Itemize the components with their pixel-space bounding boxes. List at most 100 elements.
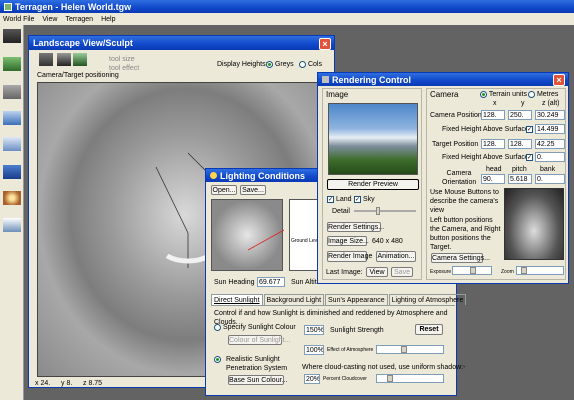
- camera-fixed-height-check[interactable]: ✓: [526, 126, 533, 133]
- menu-bar: World File View Terragen Help: [0, 13, 574, 25]
- camera-z-field[interactable]: 30.249: [535, 110, 565, 120]
- cols-radio[interactable]: Cols: [299, 60, 322, 69]
- sun-icon: [210, 172, 217, 179]
- detail-slider[interactable]: [354, 207, 416, 215]
- sky-label: Sky: [362, 196, 375, 203]
- camera-x-field[interactable]: 128.: [481, 110, 505, 120]
- terrain-units-radio[interactable]: Terrain units: [480, 90, 527, 99]
- camera-fixed-height-field[interactable]: 14.499: [535, 124, 565, 134]
- cloudcover-field[interactable]: 20%: [304, 374, 320, 384]
- bank-field[interactable]: 0.: [535, 174, 565, 184]
- zoom-slider-thumb[interactable]: [521, 267, 527, 274]
- terrain-units-dot[interactable]: [480, 90, 487, 98]
- target-position-label: Target Position: [432, 141, 479, 148]
- colour-of-sunlight-button[interactable]: Colour of Sunlight...: [228, 335, 290, 345]
- status-y: y 8.: [61, 380, 73, 387]
- land-check[interactable]: ✓: [327, 195, 334, 203]
- camera-view-preview[interactable]: [504, 188, 564, 260]
- render-title: Rendering Control: [332, 74, 411, 85]
- camera-fixed-height-label: Fixed Height Above Surface: [442, 126, 529, 133]
- landscape-close-button[interactable]: ×: [319, 38, 331, 50]
- render-titlebar: Rendering Control ×: [318, 73, 568, 86]
- tool-size-label: tool size: [109, 56, 135, 63]
- landscape-tool-icon[interactable]: [3, 29, 21, 43]
- zoom-slider[interactable]: [516, 266, 564, 275]
- cols-label: Cols: [307, 61, 322, 68]
- menu-help[interactable]: Help: [101, 16, 115, 23]
- tab-suns-appearance[interactable]: Sun's Appearance: [325, 294, 388, 305]
- cloudcover-slider-thumb[interactable]: [387, 375, 393, 382]
- tab-lighting-atmosphere[interactable]: Lighting of Atmosphere: [388, 294, 467, 305]
- menu-terragen[interactable]: Terragen: [65, 16, 93, 23]
- greys-radio[interactable]: Greys: [266, 60, 294, 69]
- lighting-title: Lighting Conditions: [220, 170, 305, 181]
- sun-position-map[interactable]: [211, 199, 284, 271]
- render-settings-button[interactable]: Render Settings...: [327, 222, 384, 232]
- target-fixed-height-field[interactable]: 0.: [535, 152, 565, 162]
- render-close-button[interactable]: ×: [553, 74, 565, 86]
- exposure-slider[interactable]: [452, 266, 492, 275]
- metres-radio[interactable]: Metres: [528, 90, 558, 99]
- cols-radio-dot[interactable]: [299, 60, 306, 68]
- base-sun-colour-button[interactable]: Base Sun Colour...: [228, 375, 287, 385]
- atmosphere-effect-field[interactable]: 100%: [304, 345, 324, 355]
- image-size-button[interactable]: Image Size...: [327, 236, 369, 246]
- sun-tool-icon[interactable]: [3, 191, 21, 205]
- pitch-field[interactable]: 5.618: [508, 174, 532, 184]
- tab-direct-sunlight[interactable]: Direct Sunlight: [211, 294, 263, 305]
- sun-heading-field[interactable]: 69.677: [257, 277, 285, 287]
- camera-section-label: Camera: [430, 90, 459, 99]
- status-z: z 8.75: [83, 380, 103, 387]
- detail-slider-thumb[interactable]: [376, 207, 380, 215]
- reset-button[interactable]: Reset: [415, 324, 443, 335]
- sculpt-tool-icon[interactable]: [39, 53, 53, 66]
- cloudcover-slider[interactable]: [376, 374, 444, 383]
- render-preview-button[interactable]: Render Preview: [327, 179, 419, 190]
- camera-y-field[interactable]: 250.: [508, 110, 532, 120]
- realistic-radio-dot[interactable]: [214, 355, 221, 363]
- metres-dot[interactable]: [528, 90, 535, 98]
- camera-position-label: Camera Position: [430, 112, 482, 119]
- display-heights-label: Display Heights:: [217, 61, 268, 68]
- atmosphere-tool-icon[interactable]: [3, 218, 21, 232]
- sky-tool-icon[interactable]: [3, 165, 21, 179]
- view-button[interactable]: View: [366, 267, 388, 277]
- sky-checkbox[interactable]: ✓ Sky: [354, 195, 375, 204]
- zoom-label: Zoom: [501, 269, 514, 275]
- water-tool-icon[interactable]: [3, 111, 21, 125]
- animation-button[interactable]: Animation...: [376, 251, 416, 262]
- lighting-open-button[interactable]: Open...: [211, 185, 237, 195]
- sunlight-strength-field[interactable]: 150%: [304, 325, 324, 335]
- col-z-label: z (alt): [542, 100, 560, 107]
- specify-colour-radio-dot[interactable]: [214, 323, 221, 331]
- menu-view[interactable]: View: [42, 16, 57, 23]
- specify-colour-radio[interactable]: Specify Sunlight Colour: [214, 323, 296, 332]
- cloud-tool-icon[interactable]: [3, 137, 21, 151]
- render-image-button[interactable]: Render Image: [327, 251, 372, 262]
- sky-check[interactable]: ✓: [354, 195, 361, 203]
- target-y-field[interactable]: 128.: [508, 139, 532, 149]
- landscape-titlebar: Landscape View/Sculpt ×: [29, 36, 334, 50]
- land-checkbox[interactable]: ✓ Land: [327, 195, 352, 204]
- terrain-tool-icon[interactable]: [3, 57, 21, 71]
- camera-target-tool-icon[interactable]: [73, 53, 87, 66]
- rendering-tool-icon[interactable]: [3, 85, 21, 99]
- target-z-field[interactable]: 42.25: [535, 139, 565, 149]
- camera-settings-button[interactable]: Camera Settings...: [431, 253, 490, 263]
- target-fixed-height-check[interactable]: ✓: [526, 154, 533, 161]
- atmosphere-slider-thumb[interactable]: [401, 346, 407, 353]
- col-head-label: head: [486, 166, 502, 173]
- exposure-slider-thumb[interactable]: [470, 267, 476, 274]
- tab-background-light[interactable]: Background Light: [263, 294, 325, 305]
- lighting-save-button[interactable]: Save...: [240, 185, 266, 195]
- camera-tool-icon[interactable]: [57, 53, 71, 66]
- mouse-help-text-2: Left button positions the Camera, and Ri…: [430, 217, 501, 251]
- target-x-field[interactable]: 128.: [481, 139, 505, 149]
- render-icon: [322, 76, 329, 83]
- save-image-button[interactable]: Save: [391, 267, 413, 277]
- greys-radio-dot[interactable]: [266, 60, 273, 68]
- atmosphere-effect-slider[interactable]: [376, 345, 444, 354]
- head-field[interactable]: 90.: [481, 174, 505, 184]
- menu-world-file[interactable]: World File: [3, 16, 34, 23]
- realistic-radio[interactable]: [214, 355, 221, 364]
